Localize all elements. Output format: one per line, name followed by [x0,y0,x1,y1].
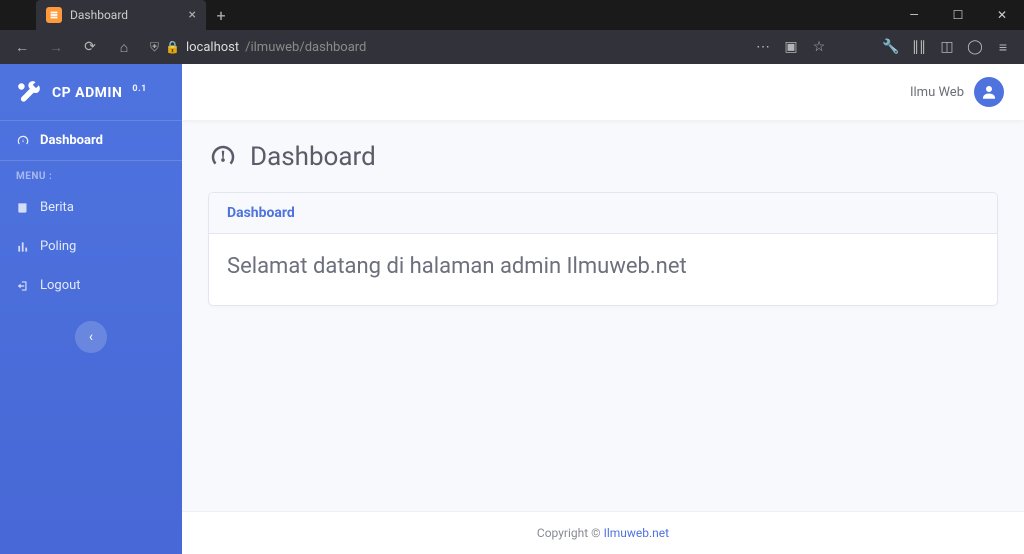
window-controls: — ☐ ✕ [892,0,1024,30]
shield-icon: ⛨ [150,40,159,55]
sidebar-item-label: Logout [40,278,81,293]
welcome-text: Selamat datang di halaman admin Ilmuweb.… [209,234,997,305]
url-path: /ilmuweb/dashboard [245,40,366,55]
gauge-icon [208,142,238,172]
sidebar-heading: MENU : [0,161,182,188]
lock-icon: 🔒 [165,40,180,54]
sidebar-item-poling[interactable]: Poling [0,227,182,266]
sidebar-toggle-icon[interactable]: ◫ [934,33,960,61]
sidebar: CP ADMIN 0.1 Dashboard MENU : Berita Pol… [0,64,182,554]
address-bar[interactable]: ⛨ 🔒 localhost/ilmuweb/dashboard [144,40,744,55]
nav-forward-button[interactable]: → [42,33,70,61]
page-title: Dashboard [208,142,998,172]
close-tab-icon[interactable]: × [189,7,196,23]
sidebar-item-dashboard[interactable]: Dashboard [0,121,182,160]
more-icon[interactable]: ⋯ [750,33,776,61]
wrench-gear-icon [16,80,42,106]
window-close-button[interactable]: ✕ [980,0,1024,30]
content: Dashboard Dashboard Selamat datang di ha… [182,120,1024,511]
card-header: Dashboard [209,193,997,234]
browser-titlebar: Dashboard × + — ☐ ✕ [0,0,1024,30]
page-title-text: Dashboard [250,142,376,172]
browser-navbar: ← → ⟳ ⌂ ⛨ 🔒 localhost/ilmuweb/dashboard … [0,30,1024,64]
url-host: localhost [186,40,239,55]
logout-icon [16,279,30,293]
chevron-left-icon: ‹ [89,329,93,345]
sidebar-collapse-button[interactable]: ‹ [75,321,107,353]
sidebar-item-label: Berita [40,200,74,215]
footer-prefix: Copyright © [537,526,604,540]
new-tab-button[interactable]: + [206,6,236,25]
brand[interactable]: CP ADMIN 0.1 [0,64,182,120]
nav-home-button[interactable]: ⌂ [110,33,138,61]
gauge-icon [16,134,30,148]
brand-version: 0.1 [132,84,146,94]
bookmark-star-icon[interactable]: ☆ [806,33,832,61]
page: CP ADMIN 0.1 Dashboard MENU : Berita Pol… [0,64,1024,554]
library-icon[interactable]: ∥∥ [906,33,932,61]
topbar: Ilmu Web [182,64,1024,120]
window-minimize-button[interactable]: — [892,0,936,30]
reader-icon[interactable]: ▣ [778,33,804,61]
footer: Copyright © Ilmuweb.net [182,511,1024,554]
browser-tab[interactable]: Dashboard × [36,0,206,30]
brand-text: CP ADMIN [52,85,122,101]
bar-chart-icon [16,240,30,254]
news-icon [16,201,30,215]
devtools-icon[interactable]: 🔧 [878,33,904,61]
main: Ilmu Web Dashboard Dashboard Selamat dat… [182,64,1024,554]
sidebar-item-label: Poling [40,239,76,254]
sidebar-item-berita[interactable]: Berita [0,188,182,227]
sidebar-item-label: Dashboard [40,133,103,148]
footer-link[interactable]: Ilmuweb.net [604,526,670,540]
favicon-icon [46,7,62,23]
nav-back-button[interactable]: ← [8,33,36,61]
tab-title: Dashboard [70,8,128,22]
nav-reload-button[interactable]: ⟳ [76,33,104,61]
window-maximize-button[interactable]: ☐ [936,0,980,30]
sidebar-item-logout[interactable]: Logout [0,266,182,305]
avatar [974,77,1004,107]
hamburger-menu-icon[interactable]: ≡ [990,33,1016,61]
username: Ilmu Web [910,85,964,100]
dashboard-card: Dashboard Selamat datang di halaman admi… [208,192,998,306]
account-icon[interactable]: ◯ [962,33,988,61]
user-menu[interactable]: Ilmu Web [910,77,1004,107]
